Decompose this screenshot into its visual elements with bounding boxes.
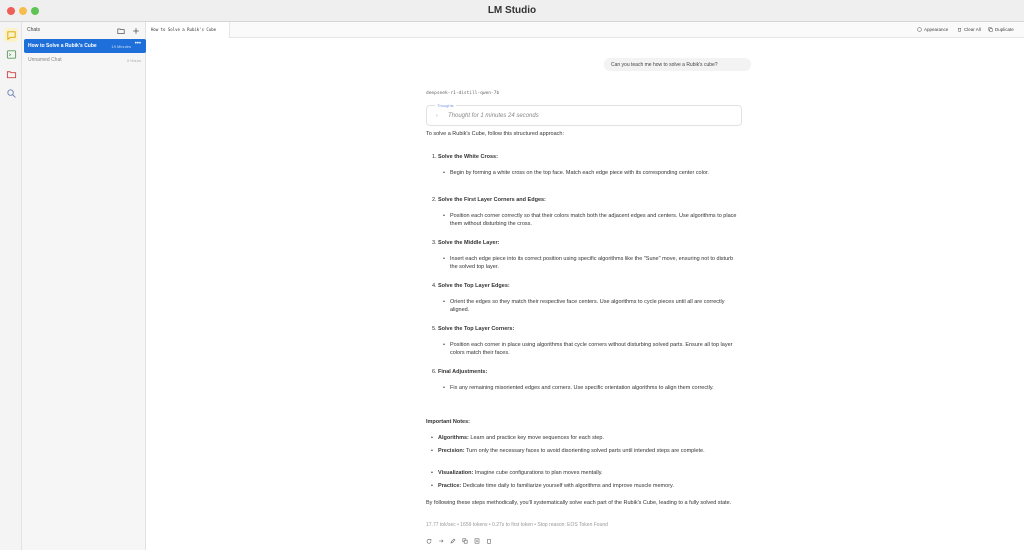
thoughts-label: Thoughts [435,103,456,108]
note-item: Precision: Turn only the necessary faces… [431,447,738,456]
note-label: Visualization: [438,470,474,476]
copy-icon[interactable] [462,538,468,544]
appearance-label: Appearance [924,27,949,32]
note-text: Learn and practice key move sequences fo… [470,435,605,441]
tab-label: How to Solve a Rubik's Cube [151,27,217,32]
note-item: Algorithms: Learn and practice key move … [431,434,738,443]
window-title: LM Studio [487,5,537,16]
duplicate-icon [988,27,993,32]
message-actions [426,538,492,544]
step-title: Solve the White Cross: [438,154,498,160]
note-text: Imagine cube configurations to plan move… [474,470,603,476]
duplicate-label: Duplicate [995,27,1014,32]
note-label: Precision: [438,448,465,454]
chevron-right-icon[interactable]: › [436,113,438,119]
chat-name: How to Solve a Rubik's Cube [28,43,97,49]
thought-duration: Thought for 1 minutes 24 seconds [448,112,539,119]
step-number: 1. [432,154,437,160]
note-label: Practice: [438,483,462,489]
step-number: 4. [432,283,437,289]
clear-all-button[interactable]: Clear All [957,27,981,32]
chat-list-item[interactable]: How to Solve a Rubik's Cube 19 Minutes •… [24,39,146,53]
note-item: Visualization: Imagine cube configuratio… [431,469,738,478]
step-body: Position each corner in place using algo… [443,341,740,358]
step-body: Position each corner correctly so that t… [443,212,740,229]
answer-closing: By following these steps methodically, y… [426,500,732,506]
step-number: 5. [432,326,437,332]
chat-timestamp: 19 Minutes [111,43,131,49]
chat-icon[interactable] [4,28,18,42]
folder-icon[interactable] [4,67,18,81]
terminal-icon[interactable] [4,47,18,61]
chat-list-item[interactable]: Unnamed Chat 0 Hours [24,53,146,67]
step-body: Orient the edges so they match their res… [443,298,740,315]
step-body: Insert each edge piece into its correct … [443,255,740,272]
activity-rail [0,22,22,550]
clear-all-label: Clear All [964,27,981,32]
user-message-text: Can you teach me how to solve a Rubik's … [611,62,718,68]
trash-icon [958,28,961,32]
sidebar-title: Chats [27,27,41,33]
continue-icon[interactable] [438,538,444,544]
note-text: Dedicate time daily to familiarize yours… [462,483,674,489]
step-number: 3. [432,240,437,246]
model-name: deepseek-r1-distill-qwen-7b [426,91,500,96]
step-title: Solve the Top Layer Edges: [438,283,510,289]
appearance-button[interactable]: Appearance [917,27,948,32]
generation-stats: 17.77 tok/sec • 1659 tokens • 0.27s to f… [426,522,608,528]
thoughts-panel[interactable]: Thoughts › Thought for 1 minutes 24 seco… [426,103,742,126]
step-title: Solve the Middle Layer: [438,240,500,246]
step-title: Final Adjustments: [438,369,488,375]
user-message[interactable]: Can you teach me how to solve a Rubik's … [604,58,751,71]
chat-timestamp: 0 Hours [126,57,141,63]
chat-area: Can you teach me how to solve a Rubik's … [146,38,1024,550]
edit-icon[interactable] [450,538,456,544]
regenerate-icon[interactable] [426,538,432,544]
sidebar-header: Chats [22,22,146,40]
step-title: Solve the Top Layer Corners: [438,326,515,332]
palette-icon [917,27,922,32]
title-bar: LM Studio [0,0,1024,22]
step-body: Fix any remaining misoriented edges and … [443,384,740,393]
branch-icon[interactable] [474,538,480,544]
duplicate-button[interactable]: Duplicate [988,27,1014,32]
note-item: Practice: Dedicate time daily to familia… [431,482,738,491]
step-number: 6. [432,369,437,375]
step-number: 2. [432,197,437,203]
note-label: Algorithms: [438,435,469,441]
answer-intro: To solve a Rubik's Cube, follow this str… [426,131,565,137]
tab-active-chat[interactable]: How to Solve a Rubik's Cube [146,22,230,38]
tab-bar: How to Solve a Rubik's Cube Appearance C… [146,22,1024,38]
chat-sidebar: Chats How to Solve a Rubik's Cube 19 Min… [22,22,146,550]
search-icon[interactable] [4,86,18,100]
chat-name: Unnamed Chat [28,57,62,63]
new-chat-icon[interactable] [131,26,141,36]
note-text: Turn only the necessary faces to avoid d… [466,448,705,454]
more-options-icon[interactable]: ••• [135,41,141,47]
new-folder-icon[interactable] [116,26,126,36]
step-body: Begin by forming a white cross on the to… [443,169,740,178]
notes-title: Important Notes: [426,419,470,425]
step-title: Solve the First Layer Corners and Edges: [438,197,546,203]
delete-icon[interactable] [486,538,492,544]
